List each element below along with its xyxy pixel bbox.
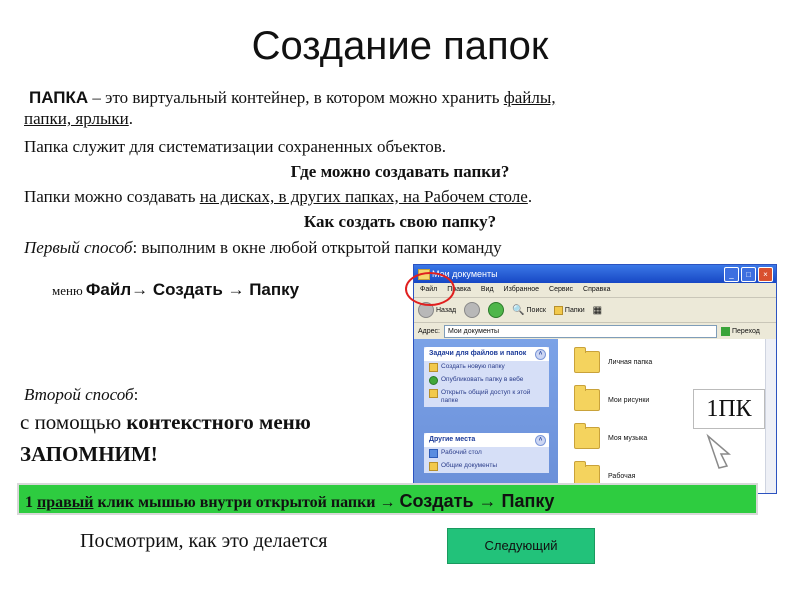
files-link[interactable]: файлы, bbox=[504, 88, 556, 107]
go-label: Переход bbox=[731, 327, 760, 335]
folder-label: Рабочая bbox=[608, 472, 636, 480]
globe-icon bbox=[429, 376, 438, 385]
other-places-panel: Другие места ˄ Рабочий стол Общие докуме… bbox=[424, 433, 549, 473]
collapse-icon[interactable]: ˄ bbox=[535, 349, 546, 360]
place-desktop[interactable]: Рабочий стол bbox=[424, 447, 549, 460]
desktop-icon bbox=[429, 449, 438, 458]
see-how-text: Посмотрим, как это делается bbox=[80, 530, 328, 552]
task-new-folder-label: Создать новую папку bbox=[441, 363, 505, 370]
maximize-icon[interactable]: □ bbox=[741, 267, 756, 282]
context-menu-plain: с помощью bbox=[20, 410, 127, 434]
place-shared-docs-label: Общие документы bbox=[441, 462, 498, 469]
new-folder-icon bbox=[429, 363, 438, 372]
menu-command-line: меню Файл→ Создать → Папку bbox=[52, 280, 299, 300]
collapse-icon[interactable]: ˄ bbox=[535, 435, 546, 446]
menu-help[interactable]: Справка bbox=[583, 283, 610, 297]
file-tasks-panel: Задачи для файлов и папок ˄ Создать нову… bbox=[424, 347, 549, 407]
where-answer-end: . bbox=[527, 187, 533, 206]
folder-item[interactable]: Личная папка bbox=[574, 343, 774, 381]
folders-label: Папки bbox=[564, 306, 585, 314]
where-answer-text: Папки можно создавать bbox=[24, 187, 200, 206]
explorer-menubar: Файл Правка Вид Избранное Сервис Справка bbox=[414, 283, 776, 298]
second-way-label: Второй способ bbox=[24, 385, 134, 404]
second-way-colon: : bbox=[133, 385, 139, 404]
definition-end: . bbox=[128, 109, 133, 128]
instruction-command: Создать → Папку bbox=[399, 491, 555, 511]
share-folder-icon bbox=[429, 389, 438, 398]
window-controls: _ □ × bbox=[724, 267, 773, 282]
mouse-cursor-icon bbox=[706, 433, 732, 469]
task-publish[interactable]: Опубликовать папку в вебе bbox=[424, 374, 549, 387]
address-bar: Адрес: Мои документы Переход bbox=[414, 323, 776, 340]
file-tasks-header[interactable]: Задачи для файлов и папок ˄ bbox=[424, 347, 549, 361]
question-where: Где можно создавать папки? bbox=[290, 162, 510, 181]
explorer-titlebar: Мои документы _ □ × bbox=[414, 265, 776, 283]
task-share-label: Открыть общий доступ к этой папке bbox=[441, 389, 531, 404]
folder-label: Личная папка bbox=[608, 358, 653, 366]
scrollbar[interactable] bbox=[765, 339, 776, 493]
shared-docs-icon bbox=[429, 462, 438, 471]
folder-label: Моя музыка bbox=[608, 434, 648, 442]
file-tasks-title: Задачи для файлов и папок bbox=[429, 350, 527, 357]
purpose-text: Папка служит для систематизации сохранен… bbox=[24, 137, 447, 156]
folders-shortcuts-link[interactable]: папки, ярлыки bbox=[24, 109, 129, 128]
folders-icon bbox=[553, 305, 563, 315]
go-button[interactable]: Переход bbox=[720, 326, 760, 336]
menu-prefix: меню bbox=[52, 283, 83, 298]
place-desktop-label: Рабочий стол bbox=[441, 449, 482, 456]
folders-button[interactable]: Папки bbox=[553, 305, 585, 315]
context-menu-line: с помощью контекстного меню bbox=[20, 410, 311, 435]
first-way-text: : выполним в окне любой открытой папки к… bbox=[132, 238, 502, 257]
views-icon[interactable]: ▦ bbox=[593, 305, 602, 316]
right-click-label: 1ПК bbox=[693, 389, 765, 429]
forward-arrow-icon[interactable] bbox=[464, 302, 481, 318]
folder-definition: ПАПКА – это виртуальный контейнер, в кот… bbox=[29, 88, 739, 108]
task-share[interactable]: Открыть общий доступ к этой папке bbox=[424, 387, 549, 407]
next-button[interactable]: Следующий bbox=[447, 528, 595, 564]
remember-label: ЗАПОМНИМ! bbox=[20, 442, 158, 466]
folder-icon bbox=[574, 347, 600, 373]
locations-link[interactable]: на дисках, в других папках, на Рабочем с… bbox=[200, 187, 528, 206]
menu-tools[interactable]: Сервис bbox=[549, 283, 573, 297]
menu-favorites[interactable]: Избранное bbox=[504, 283, 539, 297]
task-new-folder[interactable]: Создать новую папку bbox=[424, 361, 549, 374]
up-folder-icon[interactable] bbox=[488, 302, 505, 318]
where-answer: Папки можно создавать на дисках, в други… bbox=[24, 187, 532, 207]
search-icon: 🔍 bbox=[512, 304, 525, 316]
page-title: Создание папок bbox=[251, 24, 549, 68]
definition-text: – это виртуальный контейнер, в котором м… bbox=[88, 88, 504, 107]
music-folder-icon bbox=[574, 423, 600, 449]
other-places-header[interactable]: Другие места ˄ bbox=[424, 433, 549, 447]
explorer-toolbar: Назад 🔍 Поиск Папки ▦ bbox=[414, 298, 776, 323]
address-input[interactable]: Мои документы bbox=[443, 324, 717, 338]
search-button[interactable]: 🔍 Поиск bbox=[512, 305, 546, 316]
instruction-number: 1 bbox=[25, 494, 37, 511]
minimize-icon[interactable]: _ bbox=[724, 267, 739, 282]
go-arrow-icon bbox=[720, 326, 730, 336]
first-way: Первый способ: выполним в окне любой отк… bbox=[24, 238, 502, 258]
menu-view[interactable]: Вид bbox=[481, 283, 494, 297]
pictures-folder-icon bbox=[574, 385, 600, 411]
search-label: Поиск bbox=[526, 306, 546, 314]
highlight-circle bbox=[405, 272, 455, 306]
other-places-title: Другие места bbox=[429, 436, 476, 443]
right-click-instruction: 1 правый клик мышью внутри открытой папк… bbox=[17, 483, 758, 515]
second-way: Второй способ: bbox=[24, 385, 138, 405]
task-pane: Задачи для файлов и папок ˄ Создать нову… bbox=[414, 339, 558, 493]
close-icon[interactable]: × bbox=[758, 267, 773, 282]
instruction-text: клик мышью внутри открытой папки → bbox=[93, 494, 400, 511]
question-how: Как создать свою папку? bbox=[303, 212, 497, 231]
definition-line2: папки, ярлыки. bbox=[24, 109, 133, 129]
back-label: Назад bbox=[436, 306, 457, 314]
first-way-label: Первый способ bbox=[24, 238, 133, 257]
folder-label: Мои рисунки bbox=[608, 396, 650, 404]
folder-term: ПАПКА bbox=[29, 88, 89, 107]
instruction-right: правый bbox=[37, 494, 94, 511]
place-shared-docs[interactable]: Общие документы bbox=[424, 460, 549, 473]
menu-command: Файл→ Создать → Папку bbox=[85, 280, 300, 299]
task-publish-label: Опубликовать папку в вебе bbox=[441, 376, 524, 383]
context-menu-bold: контекстного меню bbox=[126, 410, 311, 434]
address-label: Адрес: bbox=[418, 327, 440, 335]
